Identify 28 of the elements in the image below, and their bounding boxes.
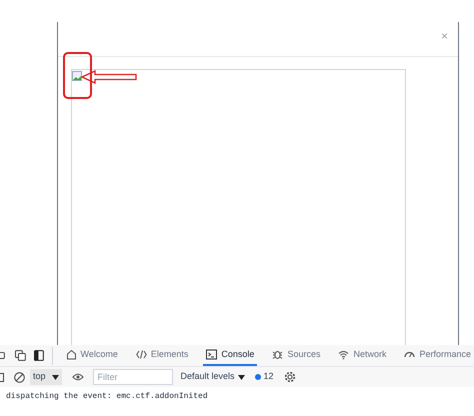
device-icon[interactable]: [0, 350, 7, 360]
broken-image-icon: [72, 71, 83, 82]
home-icon: [66, 349, 77, 360]
wifi-icon: [338, 349, 350, 360]
highlight-rectangle: [63, 52, 92, 99]
clear-icon[interactable]: [14, 372, 25, 382]
copy-icon[interactable]: [14, 350, 26, 361]
filter-field[interactable]: Filter: [92, 369, 173, 385]
panel-icon[interactable]: [34, 350, 44, 361]
eye-icon[interactable]: [72, 373, 84, 381]
console-message: dispatching the event: emc.ctf.addonInited: [6, 391, 208, 403]
caret-icon: [52, 374, 59, 380]
terminal-icon: [206, 349, 218, 360]
devtools-tab[interactable]: Performance: [401, 345, 474, 366]
devtools-tab[interactable]: Network: [335, 345, 390, 366]
caret-icon: [238, 374, 245, 380]
levels-dropdown[interactable]: Default levels: [180, 370, 245, 384]
arrow-drawing: [81, 70, 137, 84]
close-button[interactable]: ×: [440, 30, 448, 42]
settings-icon[interactable]: [284, 371, 296, 383]
bug-icon: [272, 349, 284, 360]
issues-count[interactable]: 12: [264, 370, 274, 384]
gauge-icon: [404, 349, 416, 360]
code-icon: [136, 349, 147, 360]
context-dropdown[interactable]: top: [30, 369, 62, 385]
devtools-tab[interactable]: Sources: [269, 345, 324, 366]
devtools-tab[interactable]: Welcome: [62, 345, 121, 366]
devtools-tab[interactable]: Elements: [132, 345, 192, 366]
